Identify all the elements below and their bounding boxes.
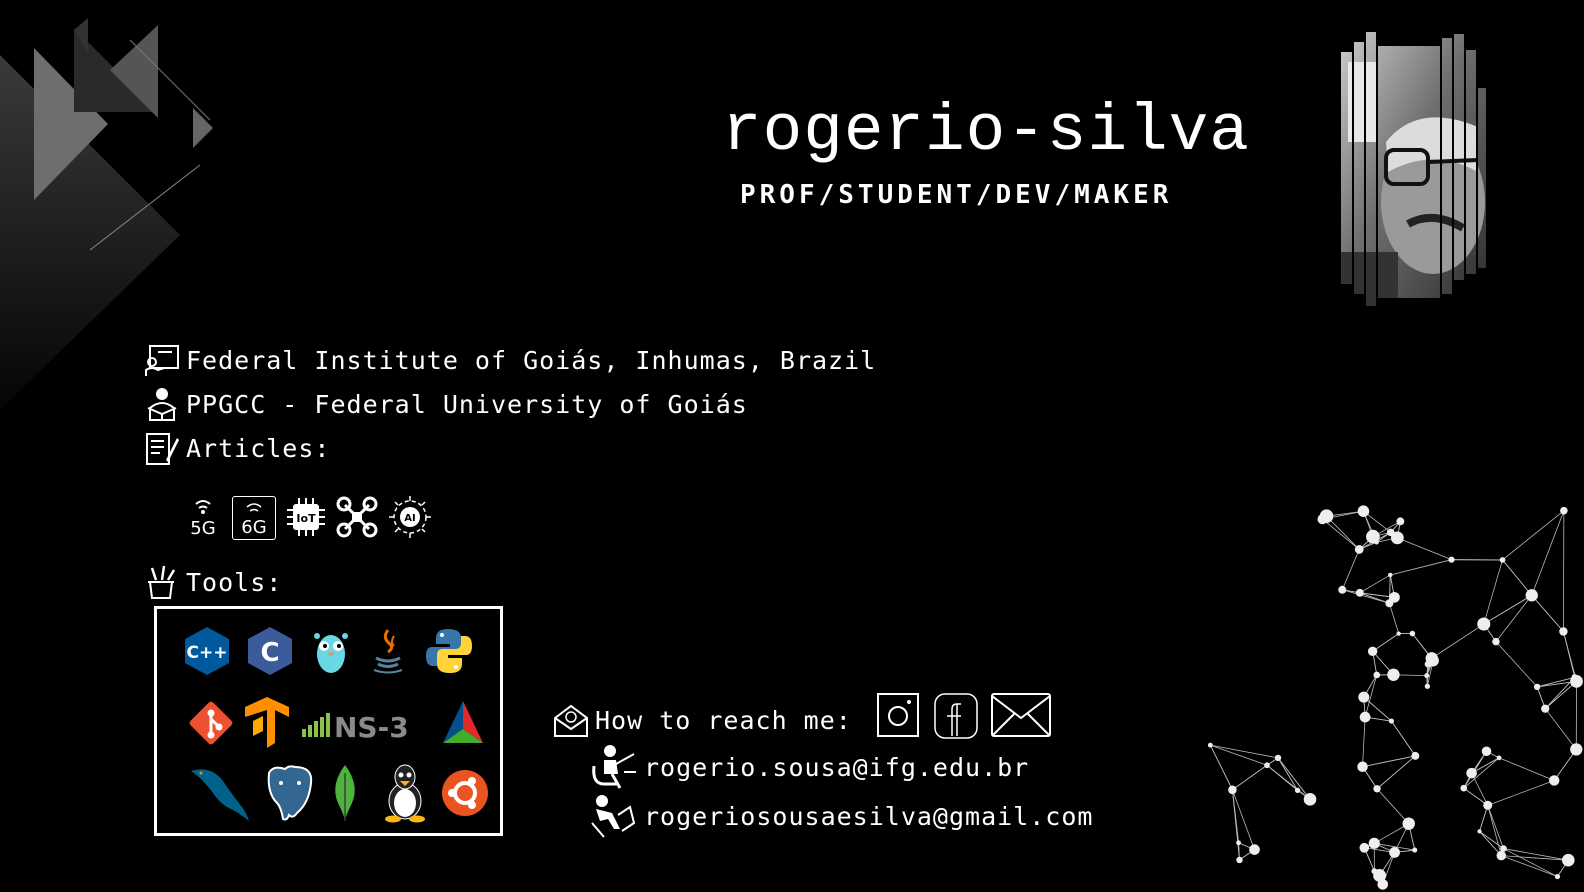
email-personal-row: rogeriosousaesilva@gmail.com xyxy=(590,793,1093,839)
mail-envelope-icon xyxy=(554,704,588,737)
teacher-icon xyxy=(592,745,636,789)
institute-text: Federal Institute of Goiás, Inhumas, Bra… xyxy=(186,345,877,375)
cmake-icon xyxy=(437,697,489,749)
email-personal-link[interactable]: rogeriosousaesilva@gmail.com xyxy=(644,802,1093,831)
tools-row: Tools: xyxy=(144,564,282,600)
cpp-label: C++ xyxy=(187,643,228,663)
profile-name: rogerio-silva xyxy=(722,94,1250,169)
iot-label: IoT xyxy=(296,512,316,525)
c-logo-icon: C xyxy=(244,625,296,677)
email-work-link[interactable]: rogerio.sousa@ifg.edu.br xyxy=(644,753,1029,782)
reading-person-icon xyxy=(591,795,636,838)
drone-icon xyxy=(336,496,378,538)
tensorflow-icon xyxy=(241,697,293,749)
tools-label: Tools: xyxy=(186,567,283,597)
contact-row: How to reach me: xyxy=(553,702,852,738)
python-icon xyxy=(423,625,475,677)
program-text: PPGCC - Federal University of Goiás xyxy=(186,389,748,419)
6g-icon: 6G xyxy=(232,496,276,540)
c-label: C xyxy=(260,638,279,668)
ubuntu-icon xyxy=(439,767,491,819)
institute-row: Federal Institute of Goiás, Inhumas, Bra… xyxy=(144,342,876,378)
cpp-logo-icon: C++ xyxy=(181,625,233,677)
ns3-label: NS-3 xyxy=(334,711,409,744)
gopher-icon xyxy=(305,625,357,677)
ns3-logo-icon: NS-3 xyxy=(302,705,432,745)
program-row: PPGCC - Federal University of Goiás xyxy=(144,386,748,422)
contact-label: How to reach me: xyxy=(595,705,852,735)
article-icon xyxy=(146,433,179,465)
network-graph-decoration xyxy=(1207,505,1583,890)
email-work-row: rogerio.sousa@ifg.edu.br xyxy=(590,744,1029,790)
mongodb-icon xyxy=(325,763,365,823)
iot-chip-icon: IoT xyxy=(285,496,327,538)
instagram-icon[interactable] xyxy=(876,692,920,738)
mysql-icon xyxy=(187,763,253,825)
6g-label: 6G xyxy=(241,517,266,538)
ai-label: AI xyxy=(404,513,415,524)
articles-row: Articles: xyxy=(144,430,330,466)
profile-photo xyxy=(1341,32,1486,306)
git-icon xyxy=(185,697,237,749)
articles-label: Articles: xyxy=(186,433,331,463)
linux-tux-icon xyxy=(381,763,429,823)
email-icon[interactable] xyxy=(990,692,1052,738)
5g-label: 5G xyxy=(190,518,215,538)
student-icon xyxy=(147,388,177,421)
profile-tagline: PROF/STUDENT/DEV/MAKER xyxy=(740,180,1173,210)
5g-icon: 5G xyxy=(182,494,224,539)
java-icon xyxy=(362,625,414,677)
facebook-icon[interactable] xyxy=(933,692,979,740)
tools-box: C++ C NS-3 xyxy=(154,606,503,836)
postgresql-icon xyxy=(261,763,317,823)
certificate-icon xyxy=(145,345,179,376)
ai-icon: AI xyxy=(387,494,433,540)
readme-banner: rogerio-silva PROF/STUDENT/DEV/MAKER Fed… xyxy=(0,0,1584,892)
tools-icon xyxy=(148,565,176,599)
